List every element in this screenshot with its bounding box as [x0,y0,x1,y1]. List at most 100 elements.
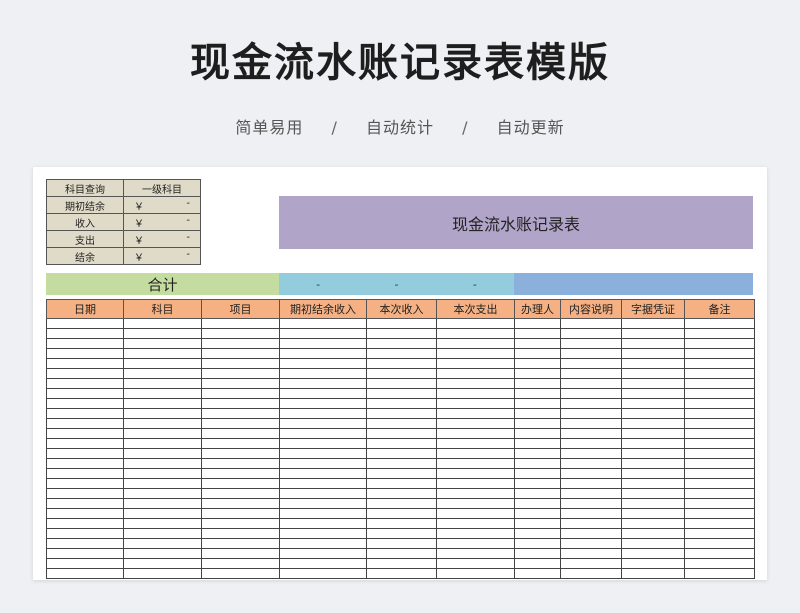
table-cell[interactable] [436,428,515,439]
table-cell[interactable] [201,408,280,419]
table-cell[interactable] [123,428,202,439]
table-cell[interactable] [684,498,755,509]
table-cell[interactable] [279,528,367,539]
table-cell[interactable] [123,368,202,379]
table-cell[interactable] [279,558,367,569]
table-cell[interactable] [46,438,124,449]
table-cell[interactable] [46,388,124,399]
table-cell[interactable] [46,428,124,439]
table-cell[interactable] [621,518,685,529]
total-value[interactable]: - [395,278,399,291]
table-cell[interactable] [514,328,561,339]
table-cell[interactable] [123,438,202,449]
totals-empty-cell[interactable] [514,273,753,295]
table-cell[interactable] [514,498,561,509]
table-cell[interactable] [46,408,124,419]
table-cell[interactable] [514,398,561,409]
summary-value-cell[interactable]: ￥ - [123,230,201,248]
table-cell[interactable] [366,398,437,409]
table-cell[interactable] [684,538,755,549]
table-cell[interactable] [366,518,437,529]
table-cell[interactable] [621,488,685,499]
table-cell[interactable] [279,518,367,529]
table-cell[interactable] [514,448,561,459]
table-cell[interactable] [621,418,685,429]
table-cell[interactable] [201,508,280,519]
table-cell[interactable] [46,398,124,409]
table-cell[interactable] [436,448,515,459]
table-cell[interactable] [123,488,202,499]
table-cell[interactable] [560,368,622,379]
table-cell[interactable] [560,348,622,359]
column-header[interactable]: 办理人 [514,299,561,319]
table-cell[interactable] [279,368,367,379]
table-cell[interactable] [684,318,755,329]
table-cell[interactable] [560,548,622,559]
table-cell[interactable] [436,458,515,469]
table-cell[interactable] [123,388,202,399]
table-cell[interactable] [436,508,515,519]
table-cell[interactable] [46,558,124,569]
table-cell[interactable] [279,418,367,429]
table-cell[interactable] [621,568,685,579]
table-cell[interactable] [560,558,622,569]
table-cell[interactable] [46,548,124,559]
table-cell[interactable] [46,458,124,469]
table-cell[interactable] [621,378,685,389]
table-cell[interactable] [560,428,622,439]
table-cell[interactable] [621,408,685,419]
table-cell[interactable] [560,518,622,529]
table-cell[interactable] [684,358,755,369]
table-cell[interactable] [436,488,515,499]
table-cell[interactable] [560,448,622,459]
table-cell[interactable] [123,318,202,329]
table-cell[interactable] [279,428,367,439]
table-cell[interactable] [684,378,755,389]
summary-label[interactable]: 期初结余 [46,196,124,214]
summary-value-cell[interactable]: ￥ - [123,196,201,214]
table-cell[interactable] [621,528,685,539]
table-cell[interactable] [279,448,367,459]
table-cell[interactable] [201,448,280,459]
table-cell[interactable] [123,358,202,369]
summary-label[interactable]: 收入 [46,213,124,231]
table-cell[interactable] [621,468,685,479]
table-cell[interactable] [279,548,367,559]
table-cell[interactable] [514,558,561,569]
table-cell[interactable] [201,518,280,529]
table-cell[interactable] [123,528,202,539]
table-cell[interactable] [514,458,561,469]
table-cell[interactable] [366,548,437,559]
table-cell[interactable] [123,498,202,509]
table-cell[interactable] [514,418,561,429]
table-cell[interactable] [279,538,367,549]
table-cell[interactable] [621,438,685,449]
table-cell[interactable] [201,528,280,539]
table-cell[interactable] [279,408,367,419]
table-cell[interactable] [436,338,515,349]
table-cell[interactable] [436,418,515,429]
table-cell[interactable] [123,538,202,549]
table-cell[interactable] [514,538,561,549]
table-cell[interactable] [279,568,367,579]
summary-value-cell[interactable]: ￥ - [123,213,201,231]
table-cell[interactable] [560,388,622,399]
table-cell[interactable] [684,398,755,409]
table-cell[interactable] [201,568,280,579]
table-cell[interactable] [366,538,437,549]
table-cell[interactable] [514,488,561,499]
table-cell[interactable] [46,378,124,389]
table-cell[interactable] [560,378,622,389]
summary-value-cell[interactable]: ￥ - [123,247,201,265]
table-cell[interactable] [366,378,437,389]
table-cell[interactable] [366,478,437,489]
table-cell[interactable] [684,328,755,339]
table-cell[interactable] [366,438,437,449]
table-cell[interactable] [684,478,755,489]
table-cell[interactable] [46,488,124,499]
table-cell[interactable] [46,368,124,379]
table-cell[interactable] [621,558,685,569]
table-cell[interactable] [514,438,561,449]
table-cell[interactable] [201,498,280,509]
table-cell[interactable] [684,428,755,439]
